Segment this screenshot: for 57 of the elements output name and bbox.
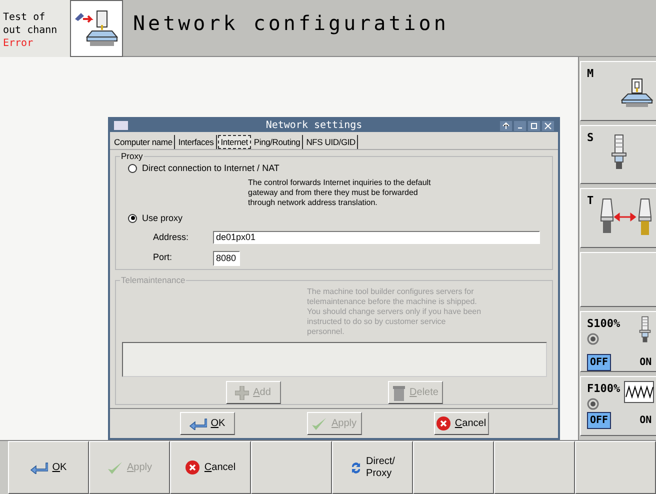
return-arrow-icon <box>30 462 48 474</box>
maximize-icon[interactable] <box>528 120 540 130</box>
override-softkey[interactable]: F100% OFF ON <box>580 376 656 436</box>
ok-softkey[interactable]: OK <box>8 441 89 494</box>
spindle-icon <box>638 316 652 344</box>
override-softkey[interactable]: S100% OFF ON <box>580 311 656 372</box>
return-arrow-icon <box>188 418 207 430</box>
port-field[interactable]: 8080 <box>213 250 240 266</box>
refresh-icon <box>350 460 362 474</box>
plus-icon <box>235 386 250 400</box>
status-text: out chann <box>3 24 58 37</box>
tool-change-softkey[interactable]: T <box>580 188 656 248</box>
address-label: Address: <box>153 231 190 244</box>
switch-state: ON <box>638 356 653 370</box>
machine-icon <box>620 78 654 108</box>
spindle-icon <box>610 134 628 170</box>
tab[interactable]: Computer name <box>112 135 176 149</box>
tool-change-icon <box>598 197 654 238</box>
proxy-note: The control forwards Internet inquiries to the default gateway and from there they must be forwarded through network address translation. <box>248 178 432 208</box>
port-label: Port: <box>153 251 174 264</box>
ok-button[interactable]: OK <box>180 412 234 435</box>
tab[interactable]: Interfaces <box>176 135 217 149</box>
group-title: Proxy <box>120 151 144 161</box>
trash-can-icon <box>392 384 406 400</box>
close-icon[interactable] <box>542 120 554 130</box>
cancel-softkey[interactable]: Cancel <box>170 441 251 494</box>
radio-button[interactable] <box>128 164 137 174</box>
radio-option[interactable]: Use proxy <box>128 212 540 225</box>
checkmark-icon <box>311 416 328 430</box>
cancel-button[interactable]: Cancel <box>434 412 488 435</box>
window-menu-icon <box>114 121 128 130</box>
status-text: Test of <box>3 11 46 24</box>
up-icon[interactable] <box>500 120 512 130</box>
cancel-icon <box>436 416 451 431</box>
switch-state: OFF <box>587 354 612 372</box>
machine-softkey[interactable]: M <box>580 61 656 121</box>
dial-icon <box>587 398 599 410</box>
cancel-icon <box>185 460 200 475</box>
minimize-icon[interactable] <box>514 120 526 130</box>
radio-button[interactable] <box>128 214 137 223</box>
radio-option[interactable]: Direct connection to Internet / NAT <box>128 162 540 176</box>
zigzag-icon <box>624 381 654 404</box>
telemaintenance-note: The machine tool builder configures servers for telemaintenance before the machine is shipped. You should change servers only if you have been instructed to do so by customer service personnel. <box>307 287 482 337</box>
switch-state: ON <box>638 414 653 428</box>
tab[interactable]: NFS UID/GID <box>304 135 358 149</box>
group-title: Telemaintenance <box>120 275 186 285</box>
address-field[interactable]: de01px01 <box>213 231 540 244</box>
dial-icon <box>587 332 599 345</box>
screen-title: Network configuration <box>133 10 449 37</box>
switch-state: OFF <box>587 412 612 429</box>
dialog-title: Network settings <box>264 120 364 132</box>
error-text: Error <box>3 37 34 50</box>
direct-proxy-softkey[interactable]: Direct/ Proxy <box>332 441 413 494</box>
checkmark-icon <box>106 460 123 474</box>
spindle-softkey[interactable]: S <box>580 124 656 184</box>
tab[interactable]: Internet <box>218 135 251 149</box>
tab[interactable]: Ping/Routing <box>252 135 304 149</box>
